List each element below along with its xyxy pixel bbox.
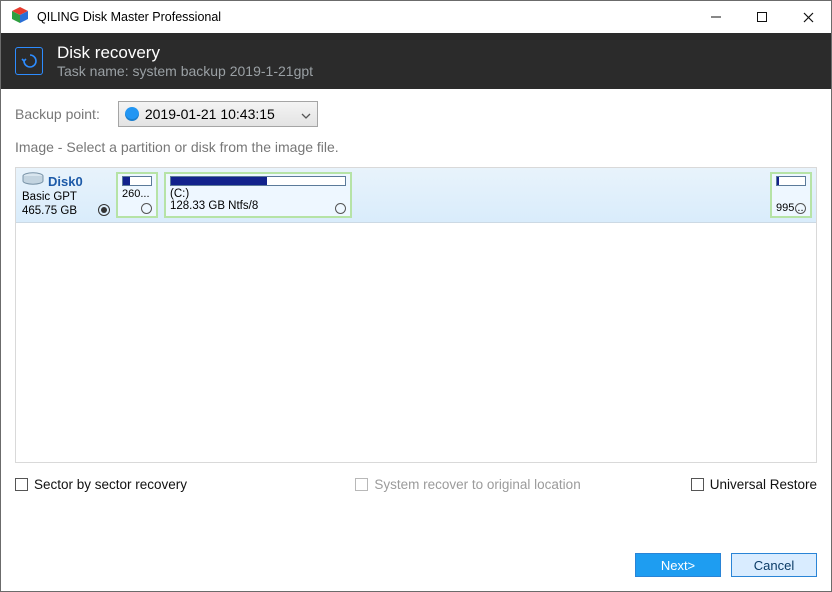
close-button[interactable] bbox=[785, 2, 831, 33]
disk-size: 465.75 GB bbox=[22, 205, 110, 219]
partition-tail-radio[interactable] bbox=[795, 203, 806, 214]
partition-list: Disk0 Basic GPT 465.75 GB 260... (C:) 12… bbox=[15, 167, 817, 463]
universal-restore-label: Universal Restore bbox=[710, 477, 817, 492]
window-controls bbox=[693, 2, 831, 33]
action-bar: Next> Cancel bbox=[1, 541, 831, 591]
app-window: QILING Disk Master Professional Disk rec… bbox=[0, 0, 832, 592]
minimize-button[interactable] bbox=[693, 2, 739, 33]
partition-small-label: 260... bbox=[122, 188, 152, 200]
backup-point-select[interactable]: 2019-01-21 10:43:15 bbox=[118, 101, 318, 127]
checkbox-icon bbox=[355, 478, 368, 491]
sector-recovery-option[interactable]: Sector by sector recovery bbox=[15, 477, 187, 492]
universal-restore-option[interactable]: Universal Restore bbox=[691, 477, 817, 492]
partition-main-drive: (C:) bbox=[170, 188, 346, 200]
partition-tail[interactable]: 995... bbox=[770, 172, 812, 218]
image-note: Image - Select a partition or disk from … bbox=[15, 139, 817, 155]
partition-main-radio[interactable] bbox=[335, 203, 346, 214]
system-original-label: System recover to original location bbox=[374, 477, 580, 492]
backup-point-value: 2019-01-21 10:43:15 bbox=[145, 106, 275, 122]
checkbox-icon bbox=[15, 478, 28, 491]
partition-small[interactable]: 260... bbox=[116, 172, 158, 218]
disk-radio[interactable] bbox=[98, 204, 110, 216]
sector-recovery-label: Sector by sector recovery bbox=[34, 477, 187, 492]
disk-name: Disk0 bbox=[48, 174, 83, 190]
partition-main-detail: 128.33 GB Ntfs/8 bbox=[170, 200, 346, 212]
partition-main-fill bbox=[171, 177, 267, 185]
partition-tail-fill bbox=[777, 177, 779, 185]
partition-small-fill bbox=[123, 177, 130, 185]
next-button[interactable]: Next> bbox=[635, 553, 721, 577]
cancel-button[interactable]: Cancel bbox=[731, 553, 817, 577]
partition-small-radio[interactable] bbox=[141, 203, 152, 214]
recovery-icon bbox=[15, 47, 43, 75]
titlebar: QILING Disk Master Professional bbox=[1, 1, 831, 33]
disk-row[interactable]: Disk0 Basic GPT 465.75 GB 260... (C:) 12… bbox=[16, 168, 816, 223]
maximize-button[interactable] bbox=[739, 2, 785, 33]
task-name: Task name: system backup 2019-1-21gpt bbox=[57, 63, 313, 81]
disk-type: Basic GPT bbox=[22, 191, 110, 205]
app-icon bbox=[11, 6, 29, 29]
backup-point-label: Backup point: bbox=[15, 106, 100, 122]
checkbox-icon bbox=[691, 478, 704, 491]
page-title: Disk recovery bbox=[57, 42, 313, 63]
disk-info: Disk0 Basic GPT 465.75 GB bbox=[20, 172, 110, 218]
disc-icon bbox=[125, 107, 139, 121]
page-header: Disk recovery Task name: system backup 2… bbox=[1, 33, 831, 89]
hdd-icon bbox=[22, 172, 44, 191]
system-original-option: System recover to original location bbox=[355, 477, 580, 492]
chevron-down-icon bbox=[301, 106, 311, 122]
window-title: QILING Disk Master Professional bbox=[37, 10, 221, 24]
partition-main[interactable]: (C:) 128.33 GB Ntfs/8 bbox=[164, 172, 352, 218]
partition-gap bbox=[358, 172, 764, 218]
